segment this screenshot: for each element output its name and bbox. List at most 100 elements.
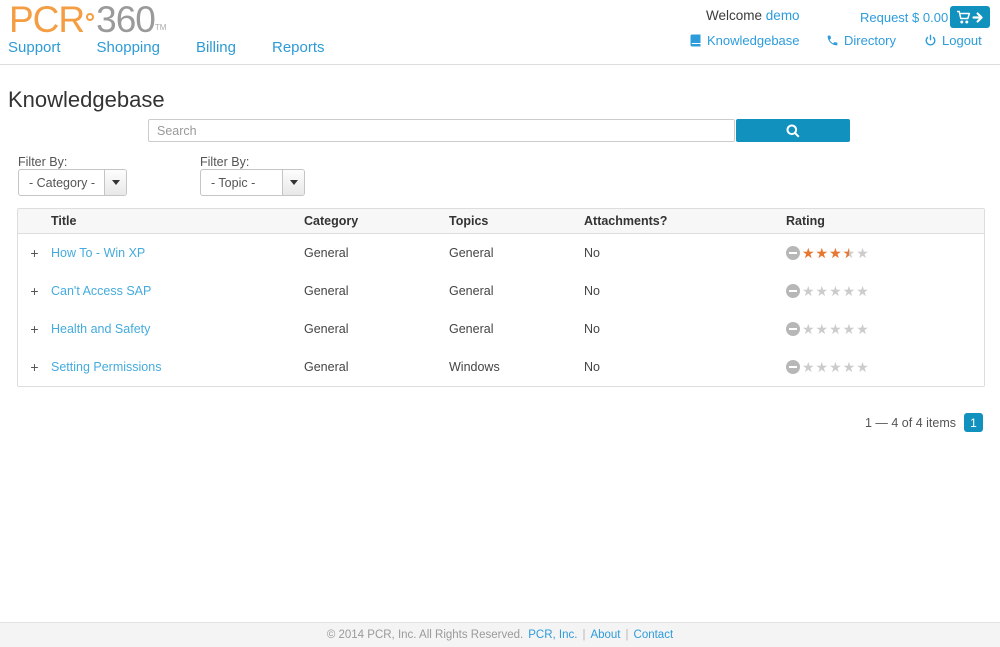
- topics-cell: General: [449, 284, 584, 298]
- dropdown-arrow-button[interactable]: [104, 170, 126, 195]
- quick-link-directory[interactable]: Directory: [826, 33, 896, 48]
- power-icon: [924, 34, 937, 47]
- pagination: 1 — 4 of 4 items 1: [0, 413, 983, 432]
- quick-link-knowledgebase[interactable]: Knowledgebase: [689, 33, 800, 48]
- table-header-row: Title Category Topics Attachments? Ratin…: [18, 209, 984, 234]
- nav-reports[interactable]: Reports: [272, 39, 325, 56]
- quick-link-label: Logout: [942, 33, 982, 48]
- attachments-cell: No: [584, 322, 786, 336]
- star-rating[interactable]: ★★★★★ ★★★★★: [802, 360, 870, 374]
- article-title-link[interactable]: How To - Win XP: [51, 246, 145, 260]
- category-cell: General: [304, 322, 449, 336]
- phone-icon: [826, 34, 839, 47]
- nav-shopping[interactable]: Shopping: [97, 39, 160, 56]
- stars-empty: ★★★★★: [802, 321, 870, 337]
- search-button[interactable]: [736, 119, 850, 142]
- topics-cell: General: [449, 246, 584, 260]
- search-input[interactable]: [148, 119, 735, 142]
- category-cell: General: [304, 284, 449, 298]
- star-rating[interactable]: ★★★★★ ★★★★★: [802, 246, 870, 260]
- cancel-rating-icon[interactable]: [786, 360, 800, 374]
- book-icon: [689, 34, 702, 47]
- main-nav: Support Shopping Billing Reports: [8, 39, 325, 56]
- expand-row-button[interactable]: +: [18, 245, 51, 261]
- footer-link-pcr[interactable]: PCR, Inc.: [528, 629, 577, 641]
- column-header-topics[interactable]: Topics: [449, 214, 584, 228]
- article-title-cell: How To - Win XP: [51, 246, 304, 260]
- table-row: + Can't Access SAP General General No ★★…: [18, 272, 984, 310]
- cart-checkout-button[interactable]: [950, 6, 990, 28]
- filter-category-label: Filter By:: [18, 155, 67, 169]
- cancel-rating-icon[interactable]: [786, 246, 800, 260]
- header: PCR 360TM Support Shopping Billing Report…: [0, 0, 1000, 65]
- footer-link-contact[interactable]: Contact: [634, 629, 674, 641]
- article-title-cell: Health and Safety: [51, 322, 304, 336]
- footer-separator: |: [582, 629, 585, 641]
- attachments-cell: No: [584, 360, 786, 374]
- column-header-category[interactable]: Category: [304, 214, 449, 228]
- welcome-user-link[interactable]: demo: [766, 8, 800, 23]
- quick-link-logout[interactable]: Logout: [924, 33, 982, 48]
- attachments-cell: No: [584, 246, 786, 260]
- logo-text-360: 360: [96, 0, 155, 40]
- topic-dropdown[interactable]: - Topic -: [200, 169, 305, 196]
- article-title-cell: Can't Access SAP: [51, 284, 304, 298]
- stars-filled: ★★★★★: [802, 246, 849, 260]
- welcome-label: Welcome: [706, 8, 762, 23]
- category-cell: General: [304, 246, 449, 260]
- welcome-text: Welcome demo: [706, 8, 800, 23]
- table-row: + Health and Safety General General No ★…: [18, 310, 984, 348]
- star-rating[interactable]: ★★★★★ ★★★★★: [802, 322, 870, 336]
- chevron-down-icon: [290, 180, 298, 185]
- search-icon: [785, 123, 801, 139]
- logo-ring-icon: [86, 13, 94, 21]
- nav-support[interactable]: Support: [8, 39, 61, 56]
- expand-row-button[interactable]: +: [18, 321, 51, 337]
- rating-widget[interactable]: ★★★★★ ★★★★★: [786, 360, 984, 374]
- page-title: Knowledgebase: [8, 87, 165, 113]
- topics-cell: General: [449, 322, 584, 336]
- stars-empty: ★★★★★: [802, 359, 870, 375]
- expand-row-button[interactable]: +: [18, 359, 51, 375]
- category-dropdown[interactable]: - Category -: [18, 169, 127, 196]
- quick-link-label: Directory: [844, 33, 896, 48]
- cart-arrow-icon: [956, 10, 984, 25]
- nav-billing[interactable]: Billing: [196, 39, 236, 56]
- quick-link-label: Knowledgebase: [707, 33, 800, 48]
- article-title-link[interactable]: Health and Safety: [51, 322, 150, 336]
- chevron-down-icon: [112, 180, 120, 185]
- rating-widget[interactable]: ★★★★★ ★★★★★: [786, 284, 984, 298]
- table-row: + Setting Permissions General Windows No…: [18, 348, 984, 386]
- logo-trademark: TM: [155, 23, 167, 32]
- article-title-link[interactable]: Setting Permissions: [51, 360, 161, 374]
- cancel-rating-icon[interactable]: [786, 322, 800, 336]
- request-amount-link[interactable]: Request $ 0.00: [860, 10, 948, 25]
- pagination-summary: 1 — 4 of 4 items: [865, 416, 956, 430]
- logo-text-pcr: PCR: [9, 0, 84, 40]
- column-header-rating[interactable]: Rating: [786, 214, 984, 228]
- knowledgebase-page: PCR 360TM Support Shopping Billing Report…: [0, 0, 1000, 647]
- column-header-attachments[interactable]: Attachments?: [584, 214, 786, 228]
- footer-link-about[interactable]: About: [590, 629, 620, 641]
- cancel-rating-icon[interactable]: [786, 284, 800, 298]
- footer: © 2014 PCR, Inc. All Rights Reserved. PC…: [0, 622, 1000, 647]
- stars-empty: ★★★★★: [802, 283, 870, 299]
- rating-widget[interactable]: ★★★★★ ★★★★★: [786, 246, 984, 260]
- article-title-link[interactable]: Can't Access SAP: [51, 284, 151, 298]
- column-header-title[interactable]: Title: [51, 214, 304, 228]
- topics-cell: Windows: [449, 360, 584, 374]
- rating-widget[interactable]: ★★★★★ ★★★★★: [786, 322, 984, 336]
- dropdown-arrow-button[interactable]: [282, 170, 304, 195]
- expand-row-button[interactable]: +: [18, 283, 51, 299]
- knowledgebase-table: Title Category Topics Attachments? Ratin…: [17, 208, 985, 387]
- table-row: + How To - Win XP General General No ★★★…: [18, 234, 984, 272]
- article-title-cell: Setting Permissions: [51, 360, 304, 374]
- star-rating[interactable]: ★★★★★ ★★★★★: [802, 284, 870, 298]
- filter-topic-label: Filter By:: [200, 155, 249, 169]
- attachments-cell: No: [584, 284, 786, 298]
- category-cell: General: [304, 360, 449, 374]
- page-1-button[interactable]: 1: [964, 413, 983, 432]
- category-dropdown-value: - Category -: [19, 170, 104, 195]
- copyright-text: © 2014 PCR, Inc. All Rights Reserved.: [327, 629, 523, 641]
- topic-dropdown-value: - Topic -: [201, 170, 282, 195]
